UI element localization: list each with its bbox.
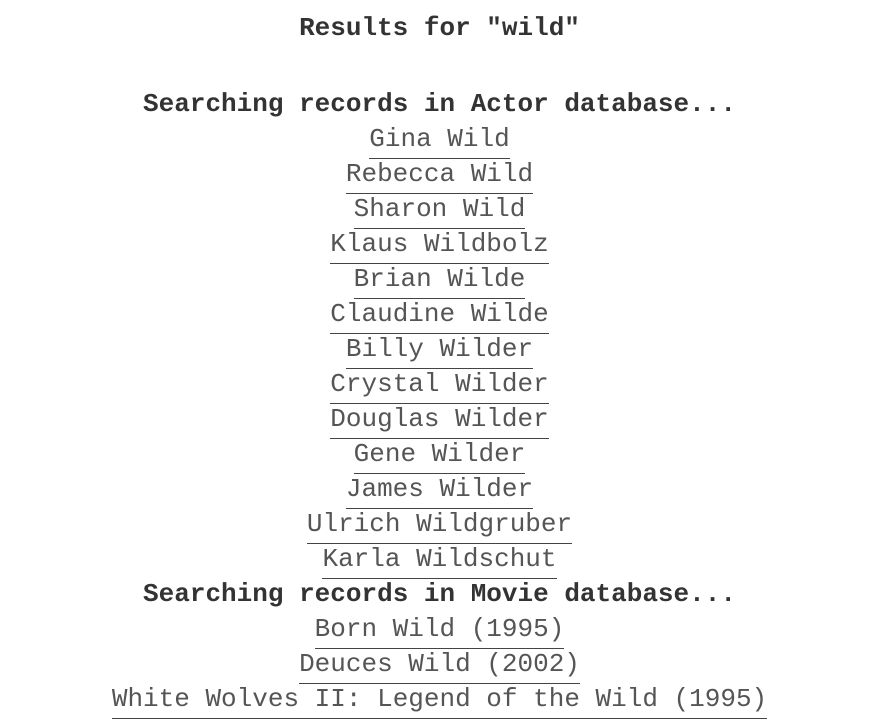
actor-result-link[interactable]: Rebecca Wild — [345, 159, 534, 194]
actor-results-list: Gina Wild Rebecca Wild Sharon Wild Klaus… — [0, 122, 879, 579]
list-item: Billy Wilder — [0, 332, 879, 369]
list-item: Ulrich Wildgruber — [0, 507, 879, 544]
list-item: James Wilder — [0, 472, 879, 509]
list-item: Sharon Wild — [0, 192, 879, 229]
list-item: Deuces Wild (2002) — [0, 647, 879, 684]
movie-section-heading: Searching records in Movie database... — [143, 579, 736, 609]
search-results-page: Results for "wild" Searching records in … — [0, 0, 879, 720]
actor-result-link[interactable]: Gina Wild — [369, 124, 510, 159]
actor-result-link[interactable]: Billy Wilder — [345, 334, 534, 369]
actor-result-link[interactable]: Klaus Wildbolz — [330, 229, 549, 264]
list-item: White Wolves II: Legend of the Wild (199… — [0, 682, 879, 719]
actor-result-link[interactable]: James Wilder — [345, 474, 534, 509]
actor-result-link[interactable]: Ulrich Wildgruber — [306, 509, 573, 544]
list-item: Karla Wildschut — [0, 542, 879, 579]
list-item: Born Wild (1995) — [0, 612, 879, 649]
list-item: Klaus Wildbolz — [0, 227, 879, 264]
list-item: Gina Wild — [0, 122, 879, 159]
actor-result-link[interactable]: Claudine Wilde — [330, 299, 549, 334]
actor-result-link[interactable]: Douglas Wilder — [330, 404, 549, 439]
list-item: Claudine Wilde — [0, 297, 879, 334]
movie-result-link[interactable]: Born Wild (1995) — [314, 614, 565, 649]
actor-section: Searching records in Actor database... G… — [0, 87, 879, 579]
page-title: Results for "wild" — [299, 13, 580, 43]
list-item: Gene Wilder — [0, 437, 879, 474]
movie-results-list: Born Wild (1995) Deuces Wild (2002) Whit… — [0, 612, 879, 719]
actor-section-heading: Searching records in Actor database... — [143, 89, 736, 119]
actor-result-link[interactable]: Gene Wilder — [353, 439, 526, 474]
list-item: Douglas Wilder — [0, 402, 879, 439]
list-item: Brian Wilde — [0, 262, 879, 299]
actor-result-link[interactable]: Sharon Wild — [353, 194, 526, 229]
actor-result-link[interactable]: Crystal Wilder — [330, 369, 549, 404]
actor-result-link[interactable]: Brian Wilde — [353, 264, 526, 299]
actor-result-link[interactable]: Karla Wildschut — [322, 544, 557, 579]
list-item: Rebecca Wild — [0, 157, 879, 194]
movie-result-link[interactable]: White Wolves II: Legend of the Wild (199… — [111, 684, 768, 719]
list-item: Crystal Wilder — [0, 367, 879, 404]
movie-section: Searching records in Movie database... B… — [0, 577, 879, 719]
movie-result-link[interactable]: Deuces Wild (2002) — [299, 649, 580, 684]
